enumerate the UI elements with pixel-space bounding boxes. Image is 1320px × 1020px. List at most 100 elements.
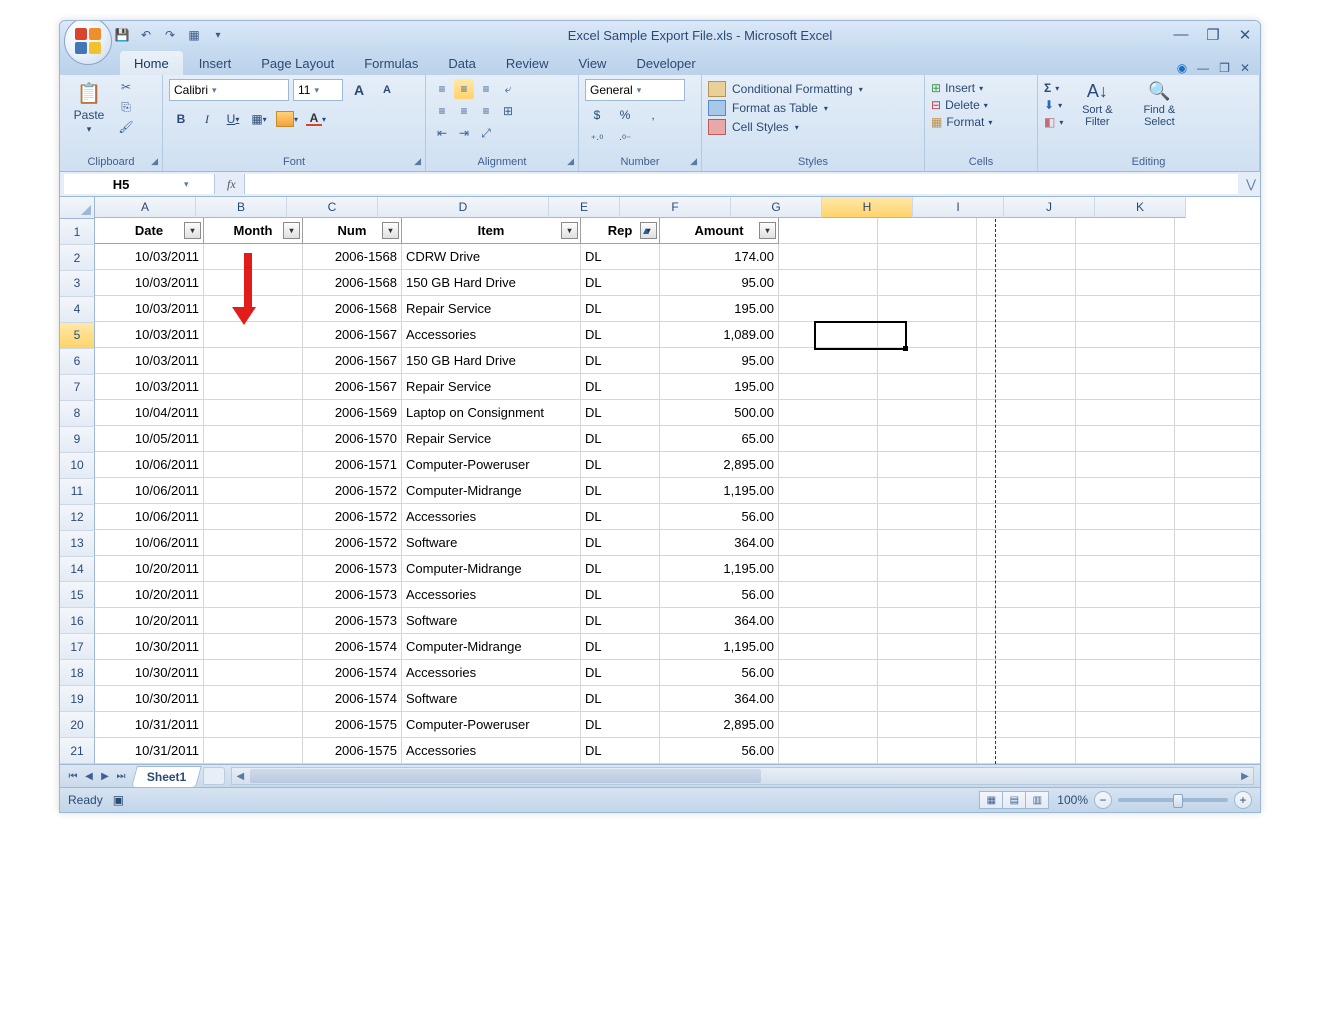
cell[interactable]: [878, 426, 977, 452]
cell[interactable]: 56.00: [660, 504, 779, 530]
cell[interactable]: [977, 322, 1076, 348]
align-right-button[interactable]: ≡: [476, 101, 496, 121]
indent-inc-button[interactable]: ⇥: [454, 123, 474, 143]
tab-first-icon[interactable]: ⏮: [66, 771, 80, 782]
cell[interactable]: [1076, 296, 1175, 322]
cell[interactable]: [779, 244, 878, 270]
cell[interactable]: 364.00: [660, 686, 779, 712]
cell[interactable]: [977, 426, 1076, 452]
cell[interactable]: 2006-1572: [303, 504, 402, 530]
cell[interactable]: 364.00: [660, 608, 779, 634]
row-header[interactable]: 10: [60, 453, 95, 479]
close-button[interactable]: ✕: [1236, 26, 1254, 44]
row-header[interactable]: 12: [60, 505, 95, 531]
cell[interactable]: [878, 218, 977, 244]
cell[interactable]: DL: [581, 270, 660, 296]
grow-font-button[interactable]: A: [347, 80, 371, 100]
cell[interactable]: [977, 270, 1076, 296]
cell[interactable]: 2006-1574: [303, 686, 402, 712]
cell[interactable]: Amount▾: [660, 218, 779, 244]
cell[interactable]: [977, 686, 1076, 712]
cell[interactable]: 150 GB Hard Drive: [402, 348, 581, 374]
merge-button[interactable]: ⊞: [498, 101, 518, 121]
cell[interactable]: [779, 348, 878, 374]
currency-button[interactable]: $: [585, 105, 609, 125]
cell[interactable]: [1175, 270, 1260, 296]
hscroll-right-icon[interactable]: ▶: [1237, 768, 1253, 784]
view-normal-button[interactable]: ▦: [980, 792, 1003, 808]
cell[interactable]: [977, 660, 1076, 686]
autosum-button[interactable]: Σ▾: [1044, 81, 1063, 95]
cell[interactable]: [1076, 478, 1175, 504]
qat-undo-icon[interactable]: ↶: [136, 25, 156, 45]
name-box-dropdown-icon[interactable]: ▾: [178, 179, 195, 190]
cell[interactable]: 10/20/2011: [95, 608, 204, 634]
underline-button[interactable]: U▾: [221, 109, 245, 129]
cell[interactable]: [878, 296, 977, 322]
indent-dec-button[interactable]: ⇤: [432, 123, 452, 143]
cell[interactable]: Software: [402, 686, 581, 712]
cell[interactable]: [779, 504, 878, 530]
cell[interactable]: [1175, 400, 1260, 426]
cell[interactable]: [1175, 374, 1260, 400]
cell[interactable]: [204, 452, 303, 478]
cell[interactable]: [1076, 244, 1175, 270]
cell[interactable]: 2006-1567: [303, 322, 402, 348]
cell[interactable]: DL: [581, 686, 660, 712]
cell[interactable]: Computer-Midrange: [402, 478, 581, 504]
cell[interactable]: 2006-1569: [303, 400, 402, 426]
cell[interactable]: [779, 296, 878, 322]
cell[interactable]: [878, 738, 977, 764]
cell[interactable]: [204, 556, 303, 582]
hscroll-thumb[interactable]: [250, 769, 760, 783]
cell[interactable]: [1175, 582, 1260, 608]
cell[interactable]: [1076, 270, 1175, 296]
cut-icon[interactable]: ✂: [118, 79, 134, 95]
cell[interactable]: [977, 400, 1076, 426]
qat-save-icon[interactable]: 💾: [112, 25, 132, 45]
cell[interactable]: [779, 270, 878, 296]
row-header[interactable]: 3: [60, 271, 95, 297]
cell[interactable]: Computer-Midrange: [402, 634, 581, 660]
number-launcher-icon[interactable]: ◢: [690, 156, 697, 167]
column-header-E[interactable]: E: [549, 197, 620, 218]
macro-record-icon[interactable]: ▣: [113, 793, 124, 807]
cell[interactable]: 10/05/2011: [95, 426, 204, 452]
cell[interactable]: 2006-1570: [303, 426, 402, 452]
qat-xls-icon[interactable]: ▦: [184, 25, 204, 45]
tab-insert[interactable]: Insert: [185, 51, 246, 75]
cell[interactable]: [977, 478, 1076, 504]
column-header-C[interactable]: C: [287, 197, 378, 218]
conditional-formatting-button[interactable]: Conditional Formatting ▾: [708, 81, 918, 97]
cell[interactable]: [1175, 686, 1260, 712]
cell[interactable]: [1076, 660, 1175, 686]
cell[interactable]: Accessories: [402, 660, 581, 686]
cell[interactable]: [977, 712, 1076, 738]
tab-formulas[interactable]: Formulas: [350, 51, 432, 75]
cell[interactable]: Accessories: [402, 582, 581, 608]
row-header[interactable]: 13: [60, 531, 95, 557]
row-header[interactable]: 17: [60, 634, 95, 660]
row-header[interactable]: 21: [60, 738, 95, 764]
expand-formula-icon[interactable]: ⋁: [1242, 177, 1260, 191]
row-header[interactable]: 9: [60, 427, 95, 453]
cell[interactable]: 56.00: [660, 582, 779, 608]
align-middle-button[interactable]: ≡: [454, 79, 474, 99]
cell[interactable]: [204, 582, 303, 608]
cell[interactable]: [977, 504, 1076, 530]
cell[interactable]: 2006-1573: [303, 582, 402, 608]
cell[interactable]: [779, 530, 878, 556]
cell[interactable]: 56.00: [660, 660, 779, 686]
zoom-in-button[interactable]: +: [1234, 791, 1252, 809]
percent-button[interactable]: %: [613, 105, 637, 125]
doc-minimize-button[interactable]: —: [1197, 61, 1209, 75]
row-header[interactable]: 11: [60, 479, 95, 505]
cell[interactable]: [1076, 686, 1175, 712]
cell[interactable]: 1,195.00: [660, 478, 779, 504]
cell[interactable]: [1076, 738, 1175, 764]
cell[interactable]: Month▾: [204, 218, 303, 244]
increase-decimal-button[interactable]: ⁺·⁰: [585, 129, 609, 149]
cell[interactable]: DL: [581, 348, 660, 374]
cell[interactable]: [977, 374, 1076, 400]
format-painter-icon[interactable]: 🖌: [118, 119, 134, 135]
